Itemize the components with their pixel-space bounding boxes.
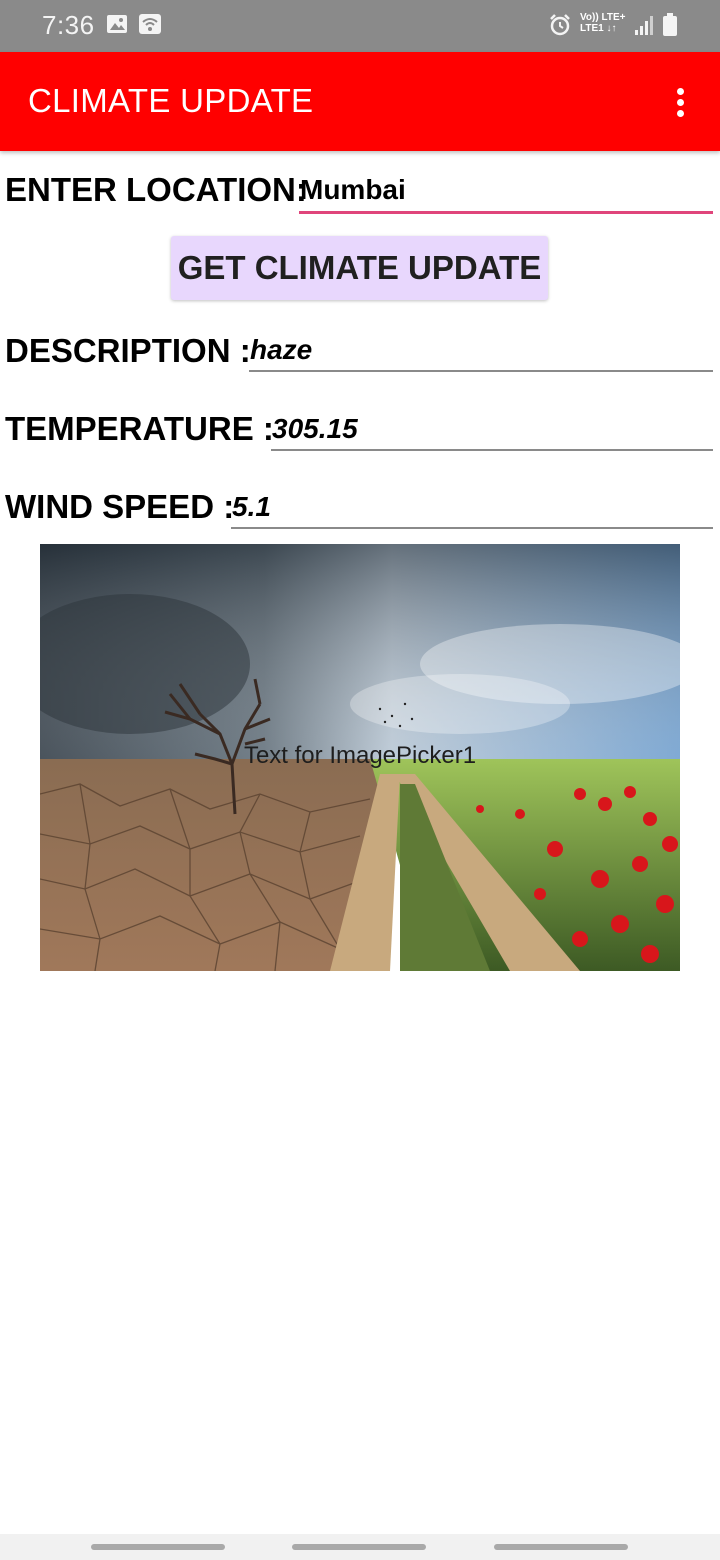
status-time: 7:36: [42, 10, 95, 40]
back-button[interactable]: [494, 1544, 628, 1550]
location-input[interactable]: Mumbai: [299, 174, 713, 214]
location-label: ENTER LOCATION:: [5, 171, 307, 208]
battery-icon: [662, 13, 678, 42]
image-icon: [106, 13, 128, 40]
location-value: Mumbai: [300, 174, 406, 205]
network-line-1: Vo)) LTE+: [580, 12, 626, 23]
alarm-icon: [548, 13, 572, 42]
get-climate-update-button[interactable]: GET CLIMATE UPDATE: [171, 236, 548, 300]
signal-icon: [634, 13, 656, 42]
description-value: haze: [250, 334, 313, 365]
description-label: DESCRIPTION :: [5, 332, 251, 369]
temperature-value: 305.15: [272, 413, 358, 444]
status-bar: 7:36 Vo)) LTE+ LTE1 ↓↑: [0, 0, 720, 52]
get-climate-update-label: GET CLIMATE UPDATE: [177, 249, 542, 286]
navigation-bar: [0, 1534, 720, 1560]
wifi-icon: [138, 13, 162, 40]
more-vertical-icon[interactable]: [670, 86, 692, 120]
description-field[interactable]: haze: [249, 334, 713, 372]
temperature-field[interactable]: 305.15: [271, 413, 713, 451]
temperature-label: TEMPERATURE :: [5, 410, 274, 447]
wind-speed-label: WIND SPEED :: [5, 488, 235, 525]
network-indicator: Vo)) LTE+ LTE1 ↓↑: [580, 12, 625, 34]
image-picker-text: Text for ImagePicker1: [243, 742, 477, 769]
home-button[interactable]: [292, 1544, 426, 1550]
wind-speed-value: 5.1: [232, 491, 271, 522]
recent-apps-button[interactable]: [91, 1544, 225, 1550]
wind-speed-field[interactable]: 5.1: [231, 491, 713, 529]
app-title: CLIMATE UPDATE: [28, 82, 314, 119]
network-line-2: LTE1 ↓↑: [580, 23, 617, 34]
image-picker[interactable]: Text for ImagePicker1: [40, 544, 680, 971]
app-bar: CLIMATE UPDATE: [0, 52, 720, 151]
